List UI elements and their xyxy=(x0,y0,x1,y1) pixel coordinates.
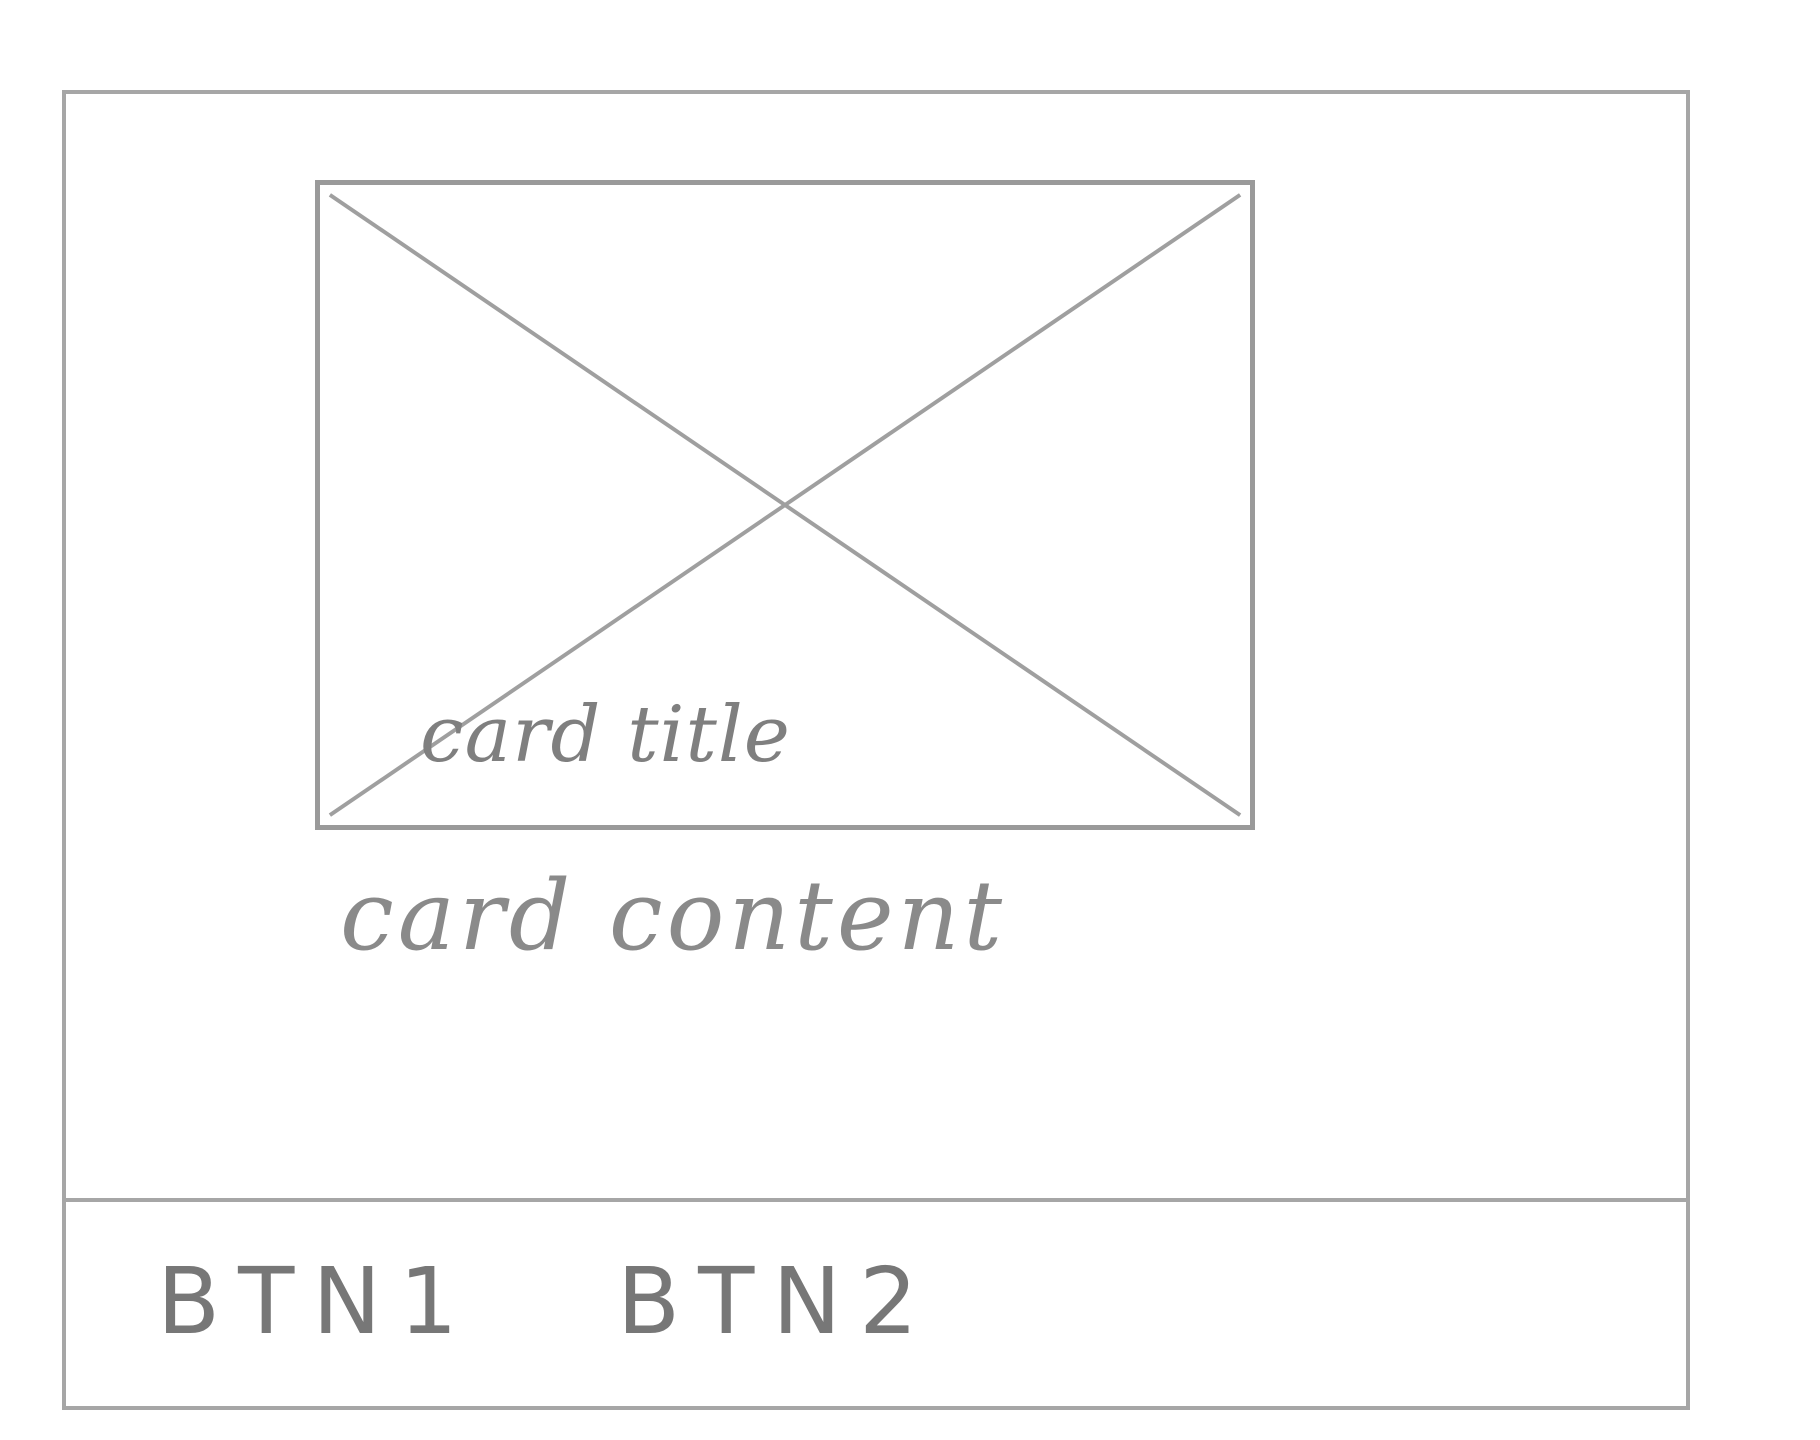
btn2-button[interactable]: BTN2 xyxy=(617,1248,936,1355)
card-title: card title xyxy=(420,690,791,780)
wireframe-sketch: card title card content BTN1 BTN2 xyxy=(0,0,1820,1440)
card-actions: BTN1 BTN2 xyxy=(62,1200,1690,1410)
btn1-button[interactable]: BTN1 xyxy=(157,1248,476,1355)
card-content: card content xyxy=(340,860,1007,972)
